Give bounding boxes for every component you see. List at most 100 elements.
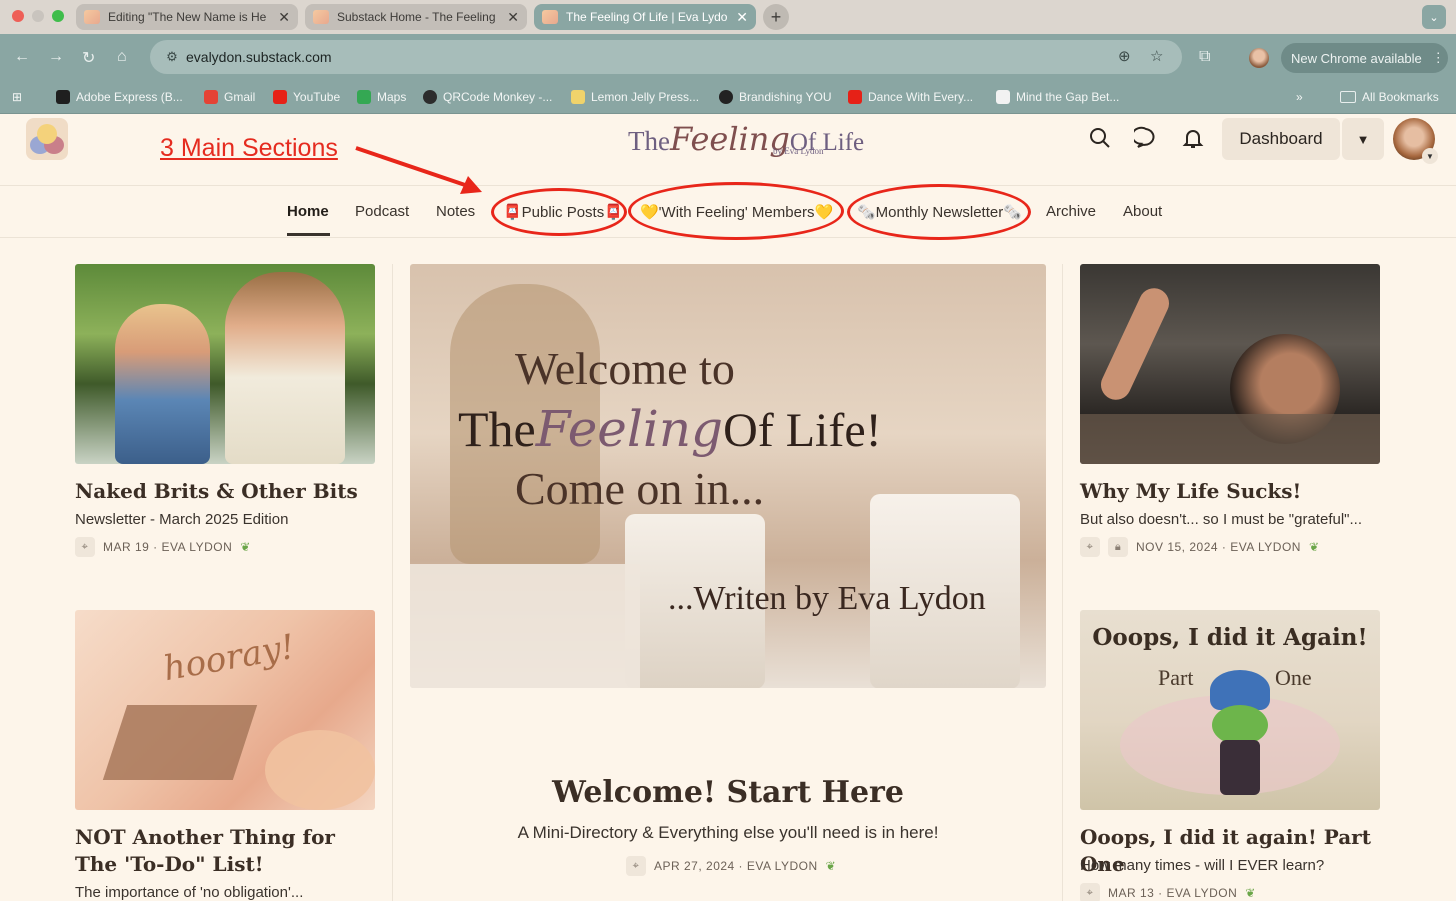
bookmark-adobe-express[interactable]: Adobe Express (B... [56,90,183,104]
profile-avatar-small[interactable] [1249,48,1269,68]
dashboard-button[interactable]: Dashboard [1222,118,1340,160]
extensions-puzzle-icon[interactable]: ⧉ [1199,48,1210,66]
bookmark-youtube[interactable]: YouTube [273,90,340,104]
lemon-jelly-icon [571,90,585,104]
browser-tab-bar: Editing "The New Name is He ✕ Substack H… [0,0,1456,34]
post-meta: ⌖ 🔒︎ NOV 15, 2024 · EVA LYDON ❦ [1080,537,1320,557]
brandishing-icon [719,90,733,104]
substack-favicon-icon [84,10,100,24]
leaf-icon: ❦ [825,859,837,873]
dashboard-dropdown-chevron-icon[interactable]: ▼ [1342,118,1384,160]
bookmark-mind-the-gap[interactable]: Mind the Gap Bet... [996,90,1119,104]
hero-image[interactable]: Welcome to The Feeling Of Life! Come on … [410,264,1046,688]
home-icon[interactable]: ⌂ [117,48,127,66]
nav-about[interactable]: About [1123,203,1162,220]
browser-tab-substack-home[interactable]: Substack Home - The Feeling ✕ [305,4,527,30]
kebab-menu-icon: ⋮ [1431,50,1445,65]
post-meta: ⌖ MAR 19 · EVA LYDON ❦ [75,537,251,557]
nav-active-underline [287,233,330,236]
maps-pin-icon [357,90,371,104]
gmail-icon [204,90,218,104]
post-subtitle: Newsletter - March 2025 Edition [75,511,289,528]
new-chrome-available-button[interactable]: New Chrome available ⋮ [1281,43,1448,73]
annotation-circle-members [628,182,844,240]
close-tab-icon[interactable]: ✕ [736,9,748,26]
address-toolbar: ← → ↻ ⌂ ⚙ ⊕ ☆ ⧉ New Chrome available ⋮ [0,34,1456,82]
site-settings-icon[interactable]: ⚙ [158,49,186,65]
image-title: Ooops, I did it Again! [1092,624,1368,651]
bookmarks-bar: ⊞ Adobe Express (B... Gmail YouTube Maps… [0,82,1456,114]
leaf-icon: ❦ [1245,886,1256,900]
adobe-express-icon [56,90,70,104]
bookmark-maps[interactable]: Maps [357,90,406,104]
post-title[interactable]: Why My Life Sucks! [1080,478,1380,505]
youtube-icon [273,90,287,104]
new-tab-button[interactable]: + [763,4,789,30]
url-input[interactable] [186,49,1086,65]
nav-podcast[interactable]: Podcast [355,203,409,220]
nav-home[interactable]: Home [287,203,329,220]
substack-favicon-icon [313,10,329,24]
reload-icon[interactable]: ↻ [82,48,95,68]
post-subtitle: But also doesn't... so I must be "gratef… [1080,511,1362,528]
apps-grid-icon[interactable]: ⊞ [12,90,22,104]
nav-notes[interactable]: Notes [436,203,475,220]
back-arrow-icon[interactable]: ← [14,48,30,66]
bookmark-qrcode-monkey[interactable]: QRCode Monkey -... [423,90,552,104]
annotation-circle-newsletter [847,184,1031,240]
maximize-window-icon[interactable] [52,10,64,22]
more-bookmarks-chevron-icon[interactable]: » [1296,90,1303,104]
column-divider [1062,264,1063,901]
browser-tab-feeling-of-life[interactable]: The Feeling Of Life | Eva Lydo ✕ [534,4,756,30]
chat-bubble-icon[interactable] [1134,126,1158,150]
tab-search-chevron-icon[interactable]: ⌄ [1422,5,1446,29]
annotation-label: 3 Main Sections [160,134,338,162]
post-image-bath[interactable] [1080,264,1380,464]
qrcode-monkey-icon [423,90,437,104]
minimize-window-icon[interactable] [32,10,44,22]
leaf-icon: ❦ [1308,540,1320,554]
youtube-icon [848,90,862,104]
pin-icon: ⌖ [75,537,95,557]
annotation-circle-public-posts [491,188,627,236]
post-subtitle: The importance of 'no obligation'... [75,884,304,901]
post-subtitle: How many times - will I EVER learn? [1080,857,1325,874]
wordmark-byline: by Eva Lydon [773,146,824,156]
close-window-icon[interactable] [12,10,24,22]
all-bookmarks-folder[interactable]: All Bookmarks [1340,90,1439,104]
post-title[interactable]: NOT Another Thing for The 'To-Do" List! [75,824,375,878]
folder-icon [1340,91,1356,103]
omnibox[interactable]: ⚙ ⊕ ☆ [150,40,1182,74]
pin-icon: ⌖ [1080,883,1100,901]
forward-arrow-icon[interactable]: → [48,48,64,66]
pin-icon: ⌖ [626,856,646,876]
close-tab-icon[interactable]: ✕ [507,9,519,26]
mind-the-gap-icon [996,90,1010,104]
bookmark-brandishing-you[interactable]: Brandishing YOU [719,90,832,104]
browser-tab-editing[interactable]: Editing "The New Name is He ✕ [76,4,298,30]
hero-post-title[interactable]: Welcome! Start Here [410,774,1046,812]
post-image-ooops[interactable]: Ooops, I did it Again! Part One [1080,610,1380,810]
nav-archive[interactable]: Archive [1046,203,1096,220]
post-image-hooray[interactable]: hooray! [75,610,375,810]
avatar-menu-chevron-icon[interactable]: ▼ [1422,148,1438,164]
bookmark-dance-with-every[interactable]: Dance With Every... [848,90,973,104]
close-tab-icon[interactable]: ✕ [278,9,290,26]
column-divider [392,264,393,901]
bell-icon[interactable] [1181,126,1205,150]
zoom-icon[interactable]: ⊕ [1118,47,1131,65]
bookmark-gmail[interactable]: Gmail [204,90,255,104]
publication-wordmark[interactable]: The Feeling Of Life [628,120,864,160]
substack-favicon-icon [542,10,558,24]
pin-icon: ⌖ [1080,537,1100,557]
post-title[interactable]: Naked Brits & Other Bits [75,478,375,505]
publication-logo[interactable] [26,118,68,160]
bookmark-star-icon[interactable]: ☆ [1150,47,1163,65]
hero-post-meta: ⌖ APR 27, 2024 · EVA LYDON ❦ [626,856,836,876]
leaf-icon: ❦ [240,540,251,554]
lock-icon: 🔒︎ [1108,537,1128,557]
bookmark-lemon-jelly[interactable]: Lemon Jelly Press... [571,90,699,104]
post-image-naked-brits[interactable] [75,264,375,464]
search-icon[interactable] [1088,126,1112,150]
hero-post-subtitle: A Mini-Directory & Everything else you'l… [517,823,939,842]
